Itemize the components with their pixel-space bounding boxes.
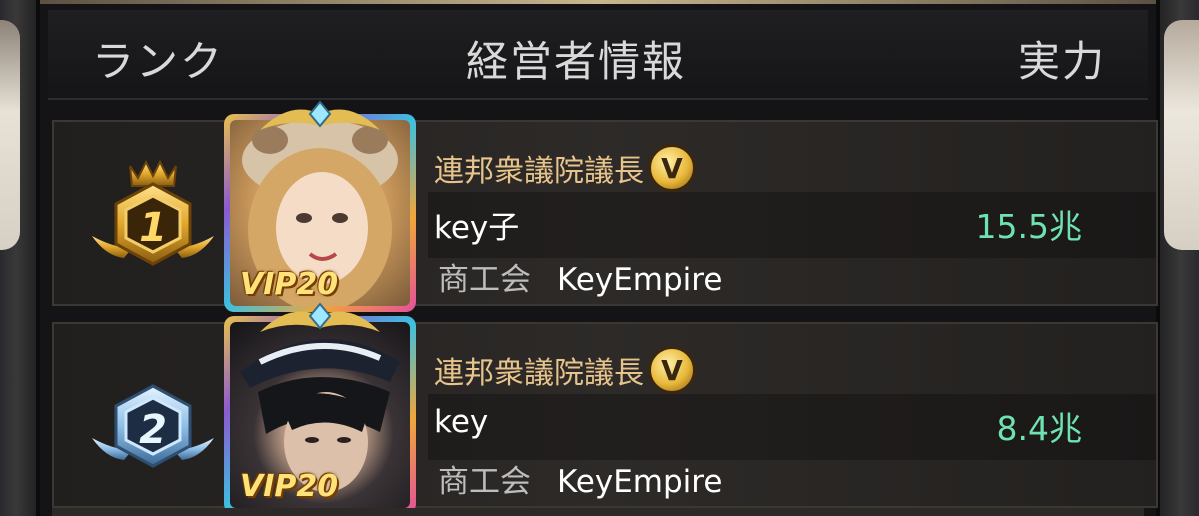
- avatar-portrait: VIP20: [230, 322, 410, 508]
- guild-label: 商工会: [438, 464, 531, 500]
- panel-top-border: [40, 0, 1156, 4]
- player-title: 連邦衆議院議長 V: [434, 346, 696, 394]
- player-name: key子: [434, 210, 520, 246]
- guild-name: KeyEmpire: [557, 262, 723, 298]
- player-guild: 商工会 KeyEmpire: [438, 254, 722, 299]
- header-power: 実力: [1017, 37, 1106, 86]
- header-manager-info: 経営者情報: [466, 37, 687, 86]
- v-coin-icon: V: [648, 346, 696, 394]
- ranking-row[interactable]: 1 VIP20 連邦衆議院議長 V key子 15.5兆 商工会 KeyEmpi…: [52, 100, 1158, 312]
- player-title: 連邦衆議院議長 V: [434, 144, 696, 192]
- crest-gem-icon: [260, 100, 380, 130]
- rank-1-gold-badge-icon: 1: [92, 159, 214, 266]
- v-coin-icon: V: [648, 144, 696, 192]
- title-text: 連邦衆議院議長: [434, 356, 644, 391]
- ranking-panel: ランク 経営者情報 実力 1 VIP20 連邦衆議院議長 V key子 15.5…: [36, 0, 1160, 516]
- ranking-header: ランク 経営者情報 実力: [48, 10, 1148, 100]
- guild-name: KeyEmpire: [557, 464, 723, 500]
- guild-label: 商工会: [438, 262, 531, 298]
- cup-decoration: [0, 20, 20, 250]
- player-power: 15.5兆: [975, 207, 1082, 246]
- player-power: 8.4兆: [996, 409, 1082, 448]
- avatar[interactable]: VIP20: [224, 302, 416, 514]
- ranking-row[interactable]: 2 VIP20 連邦衆議院議長 V key 8.4兆 商工会 KeyEmpire: [52, 302, 1158, 514]
- svg-text:1: 1: [139, 205, 167, 251]
- title-text: 連邦衆議院議長: [434, 154, 644, 189]
- avatar-portrait: VIP20: [230, 120, 410, 306]
- cup-decoration: [1164, 20, 1199, 250]
- player-name: key: [434, 404, 489, 440]
- background-right: [1154, 0, 1199, 516]
- vip-badge: VIP20: [240, 469, 339, 504]
- svg-text:2: 2: [139, 407, 167, 453]
- player-guild: 商工会 KeyEmpire: [438, 456, 722, 501]
- header-rank: ランク: [92, 37, 225, 86]
- rank-2-silver-badge-icon: 2: [92, 384, 214, 468]
- avatar[interactable]: VIP20: [224, 100, 416, 312]
- background-left: [0, 0, 40, 516]
- crest-gem-icon: [260, 302, 380, 332]
- next-row-edge: [52, 508, 1144, 516]
- vip-badge: VIP20: [240, 267, 339, 302]
